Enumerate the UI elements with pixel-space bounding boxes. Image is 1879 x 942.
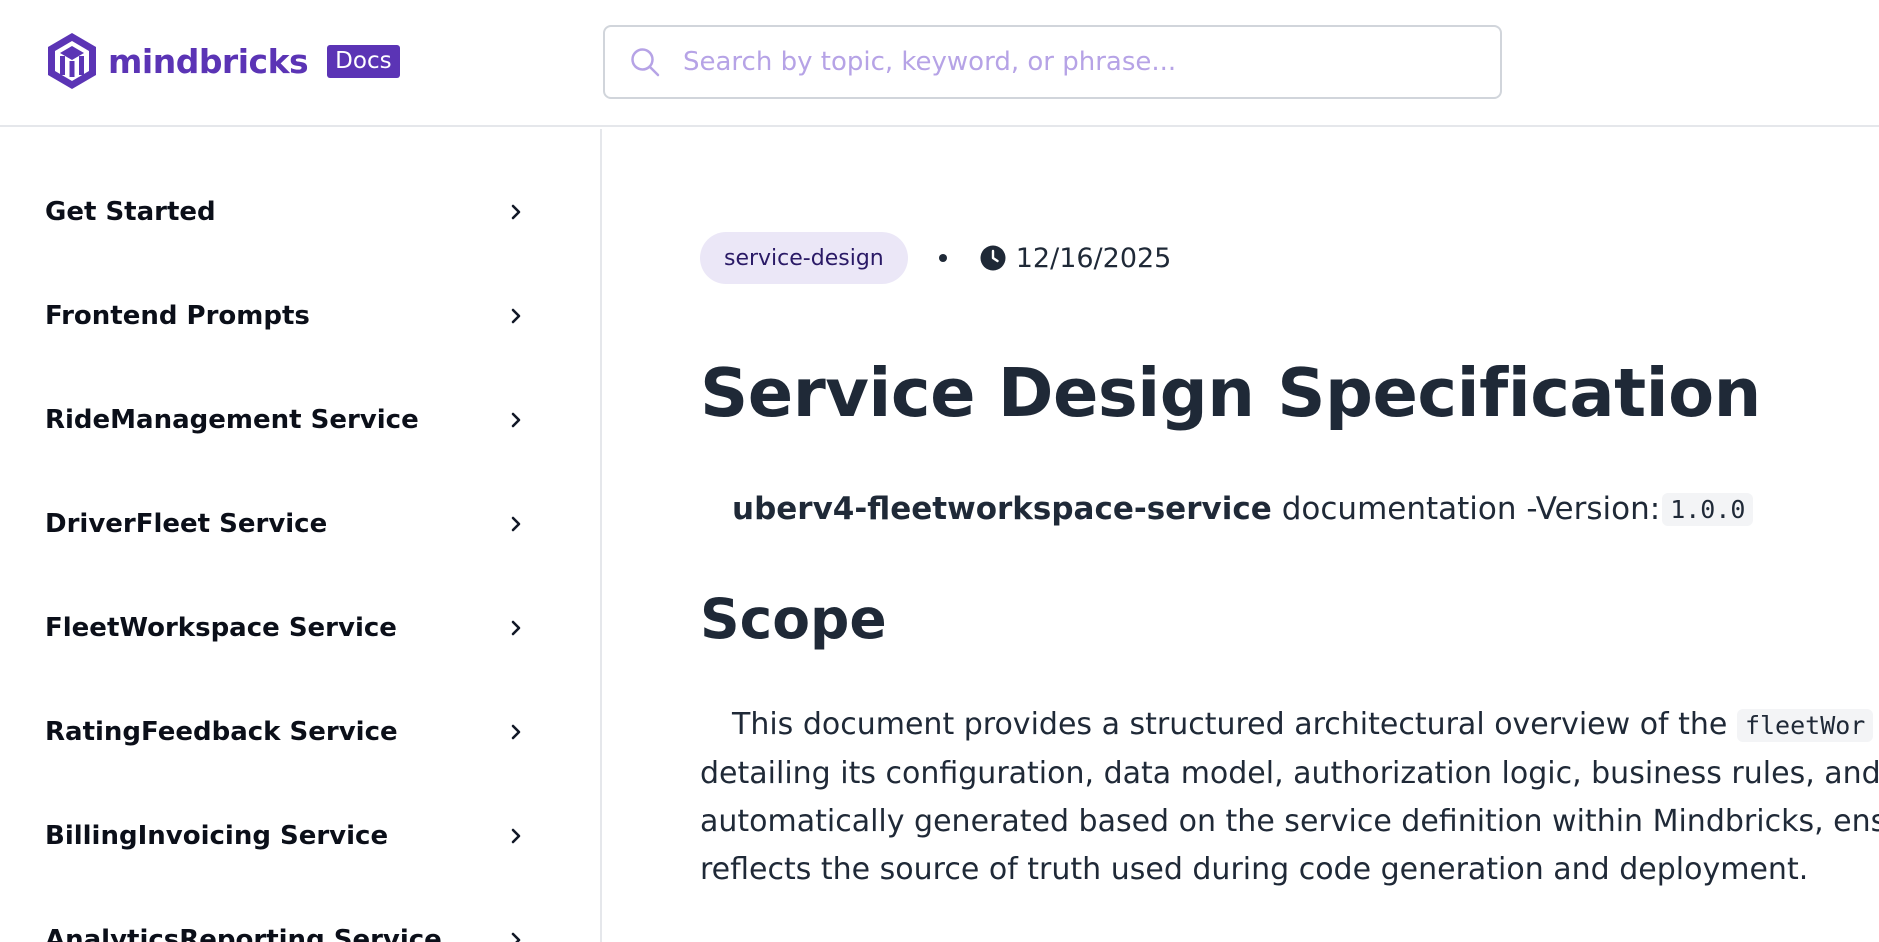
docs-badge: Docs	[327, 44, 400, 78]
top-header: mindbricks Docs	[0, 0, 1879, 127]
paragraph-line: reflects the source of truth used during…	[700, 852, 1809, 887]
doc-subtitle: uberv4-fleetworkspace-service documentat…	[732, 487, 1754, 531]
sidebar-item-label: FleetWorkspace Service	[45, 613, 397, 643]
chevron-right-icon	[511, 620, 521, 636]
sidebar-item-analyticsreporting-service[interactable]: AnalyticsReporting Service	[45, 916, 525, 942]
sidebar-item-label: RideManagement Service	[45, 405, 419, 435]
brand-logo[interactable]: mindbricks Docs	[44, 30, 400, 92]
main-content: service-design 12/16/2025 Service Design…	[604, 129, 1879, 942]
chevron-right-icon	[511, 724, 521, 740]
sidebar-item-driverfleet-service[interactable]: DriverFleet Service	[45, 500, 525, 548]
sidebar-item-label: AnalyticsReporting Service	[45, 925, 442, 942]
sidebar-item-ratingfeedback-service[interactable]: RatingFeedback Service	[45, 708, 525, 756]
version-code: 1.0.0	[1662, 492, 1754, 526]
search-icon	[631, 48, 660, 77]
sidebar-item-ridemanagement-service[interactable]: RideManagement Service	[45, 396, 525, 444]
search-box[interactable]	[603, 25, 1502, 99]
sidebar-item-label: Frontend Prompts	[45, 301, 310, 331]
sidebar-item-fleetworkspace-service[interactable]: FleetWorkspace Service	[45, 604, 525, 652]
paragraph-line: automatically generated based on the ser…	[700, 804, 1879, 839]
service-name: uberv4-fleetworkspace-service	[732, 491, 1272, 527]
chevron-right-icon	[511, 828, 521, 844]
sidebar-item-label: BillingInvoicing Service	[45, 821, 389, 851]
category-tag[interactable]: service-design	[700, 232, 908, 284]
doc-date: 12/16/2025	[1015, 242, 1172, 274]
doc-meta: service-design 12/16/2025	[700, 232, 1171, 284]
chevron-right-icon	[511, 204, 521, 220]
chevron-right-icon	[511, 308, 521, 324]
sidebar-item-label: Get Started	[45, 197, 216, 227]
sidebar-item-label: DriverFleet Service	[45, 509, 328, 539]
sidebar-item-frontend-prompts[interactable]: Frontend Prompts	[45, 292, 525, 340]
sidebar-item-billinginvoicing-service[interactable]: BillingInvoicing Service	[45, 812, 525, 860]
sidebar-item-label: RatingFeedback Service	[45, 717, 398, 747]
subtitle-text: documentation -Version:	[1281, 491, 1661, 527]
clock-icon	[980, 245, 1006, 271]
sidebar-item-get-started[interactable]: Get Started	[45, 188, 525, 236]
paragraph-line: detailing its configuration, data model,…	[700, 756, 1879, 791]
chevron-right-icon	[511, 932, 521, 942]
search-input[interactable]	[683, 47, 1500, 77]
separator-dot	[938, 254, 947, 262]
scope-paragraph: This document provides a structured arch…	[700, 701, 1879, 894]
page-title: Service Design Specification	[700, 354, 1761, 432]
inline-code: fleetWor	[1736, 709, 1874, 742]
chevron-right-icon	[511, 516, 521, 532]
scope-heading: Scope	[700, 587, 887, 651]
chevron-right-icon	[511, 412, 521, 428]
paragraph-line: This document provides a structured arch…	[700, 701, 1879, 750]
brand-name: mindbricks	[108, 41, 309, 81]
mindbricks-logo-icon	[48, 33, 96, 89]
sidebar-nav: Get Started Frontend Prompts RideManagem…	[0, 129, 602, 942]
docs-page: mindbricks Docs Get Started Frontend Pro…	[0, 0, 1879, 942]
paragraph-text: This document provides a structured arch…	[732, 707, 1728, 742]
